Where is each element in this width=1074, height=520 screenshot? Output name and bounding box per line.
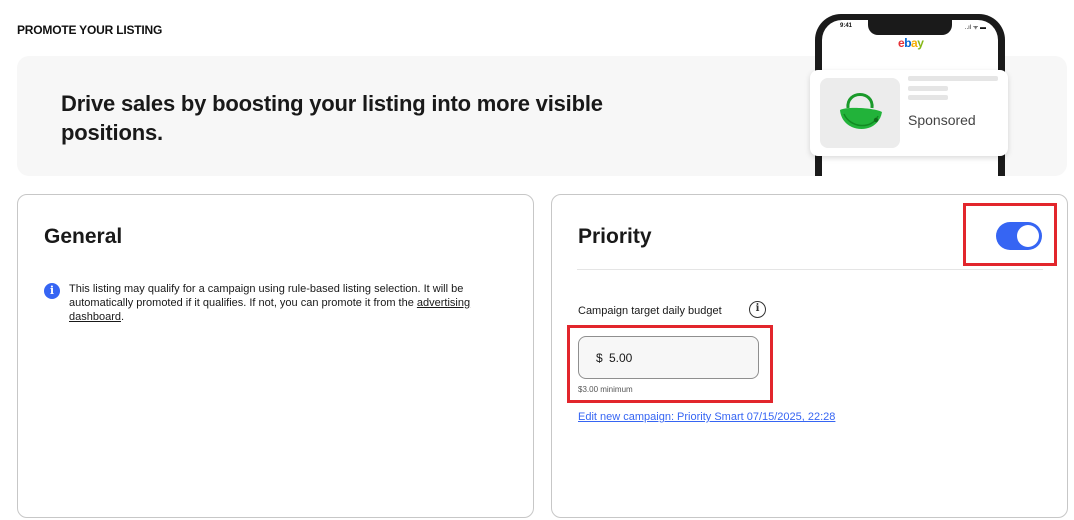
placeholder-line	[908, 76, 998, 81]
priority-toggle[interactable]	[996, 222, 1042, 250]
priority-title: Priority	[578, 225, 652, 248]
general-info-text: This listing may qualify for a campaign …	[69, 283, 471, 323]
info-icon[interactable]: i	[749, 301, 766, 318]
green-handbag-icon	[840, 93, 882, 130]
info-icon: i	[44, 283, 60, 299]
phone-notch	[868, 20, 952, 35]
budget-input[interactable]	[609, 347, 739, 369]
priority-divider	[577, 269, 1043, 270]
placeholder-line	[908, 95, 948, 100]
sponsored-label: Sponsored	[908, 112, 976, 128]
budget-label: Campaign target daily budget	[578, 305, 722, 317]
budget-minimum-hint: $3.00 minimum	[578, 385, 633, 394]
currency-symbol: $	[596, 351, 603, 365]
edit-campaign-link[interactable]: Edit new campaign: Priority Smart 07/15/…	[578, 411, 835, 423]
sponsored-card: Sponsored	[810, 70, 1008, 156]
phone-time: 9:41	[840, 23, 853, 29]
ebay-logo: ebay	[898, 36, 924, 50]
section-title: PROMOTE YOUR LISTING	[17, 23, 163, 37]
general-card: General i This listing may qualify for a…	[17, 194, 534, 518]
budget-field[interactable]: $	[578, 336, 759, 379]
banner-headline: Drive sales by boosting your listing int…	[61, 91, 603, 145]
general-title: General	[44, 225, 123, 248]
placeholder-line	[908, 86, 948, 91]
toggle-knob	[1017, 225, 1039, 247]
phone-status-icons: ..ıl ᯤ ▬	[964, 25, 986, 31]
product-thumbnail	[820, 78, 900, 148]
